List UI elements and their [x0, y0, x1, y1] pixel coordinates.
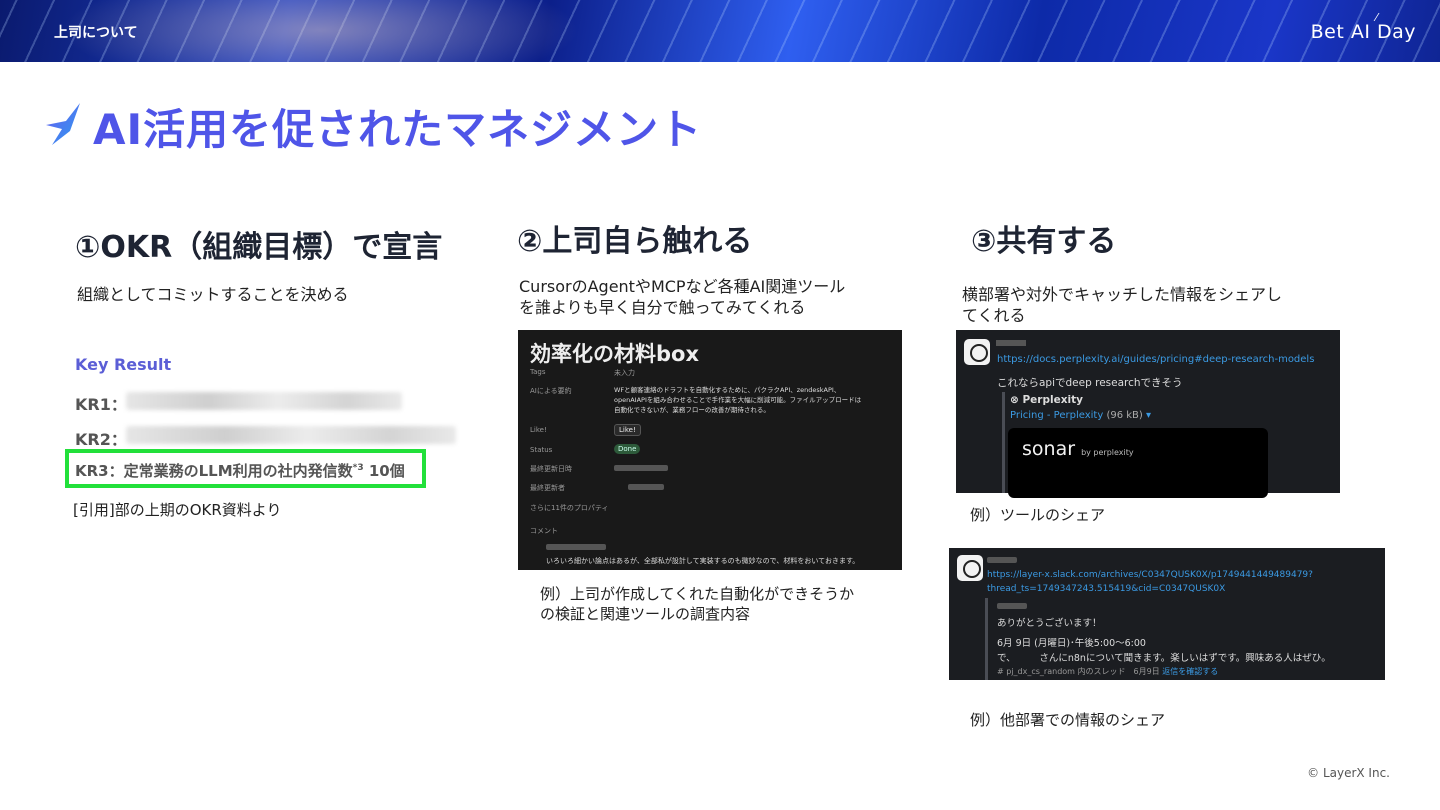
sparkle-icon: ⁄	[1375, 11, 1378, 24]
copyright: © LayerX Inc.	[1307, 766, 1390, 780]
column-3-caption-b: 例）他部署での情報のシェア	[970, 711, 1166, 729]
kr1-label: KR1：	[75, 395, 127, 414]
view-replies-link[interactable]: 返信を確認する	[1162, 667, 1218, 676]
quoted-user-redacted	[997, 603, 1027, 609]
thread-info: # pj_dx_cs_random 内のスレッド 6月9日	[997, 667, 1160, 676]
preview-logo: sonar by perplexity	[1022, 438, 1134, 460]
preview-word: sonar	[1022, 438, 1076, 460]
updater-label: 最終更新者	[530, 484, 565, 492]
column-3-desc: 横部署や対外でキャッチした情報をシェアし てくれる	[962, 284, 1282, 326]
slack-screenshot-dept: https://layer-x.slack.com/archives/C0347…	[949, 548, 1385, 680]
user-avatar	[964, 339, 990, 365]
kr2-label: KR2：	[75, 430, 127, 449]
unfurl-size: (96 kB)	[1106, 410, 1143, 421]
updated-label: 最終更新日時	[530, 465, 572, 473]
like-button: Like!	[614, 424, 641, 436]
column-2-desc-line1: CursorのAgentやMCPなど各種AI関連ツール	[519, 277, 846, 296]
column-2-caption-line1: 例）上司が作成してくれた自動化ができそうか	[540, 585, 855, 603]
shared-url[interactable]: https://docs.perplexity.ai/guides/pricin…	[997, 354, 1314, 365]
username-redacted	[996, 340, 1026, 346]
column-2-desc-line2: を誰よりも早く自分で触ってみてくれる	[519, 298, 806, 317]
unfurl-site: ⊗ Perplexity	[1010, 394, 1083, 406]
quoted-line3: で、 さんにn8nについて聞きます。楽しいはずです。興味ある人はぜひ。	[997, 653, 1331, 664]
notion-page-title: 効率化の材料box	[530, 342, 700, 366]
kr2-redacted	[126, 426, 456, 444]
tags-value: 未入力	[614, 369, 635, 377]
column-3-desc-line1: 横部署や対外でキャッチした情報をシェアし	[962, 285, 1283, 304]
summary-label: AIによる要約	[530, 387, 572, 395]
site-name: Perplexity	[1022, 394, 1083, 406]
slack-message: これならapiでdeep researchできそう	[997, 377, 1183, 389]
quote-bar	[985, 598, 988, 680]
status-badge: Done	[614, 444, 641, 454]
section-label: 上司について	[54, 25, 138, 41]
column-2-caption: 例）上司が作成してくれた自動化ができそうか の検証と関連ツールの調査内容	[540, 584, 854, 624]
quoted-line1: ありがとうございます！	[997, 618, 1102, 629]
brand-text: Bet AI Day	[1310, 21, 1416, 43]
kr1-redacted	[126, 392, 402, 410]
updater-redacted	[628, 484, 664, 490]
kr3-text: KR3：定常業務のLLM利用の社内発信数	[75, 462, 353, 480]
column-1-caption: [引用]部の上期のOKR資料より	[73, 501, 282, 519]
comment-text: いろいろ細かい論点はあるが、全部私が設計して実装するのも微妙なので、材料をおいて…	[546, 557, 860, 565]
column-3-desc-line2: てくれる	[962, 306, 1026, 325]
summary-line2: openAIAPIを組み合わせることで手作業を大幅に削減可能。ファイルアップロー…	[614, 396, 862, 404]
column-2-heading: ②上司自ら触れる	[517, 224, 753, 259]
unfurl-title[interactable]: Pricing - Perplexity (96 kB) ▾	[1010, 410, 1151, 421]
column-3-caption-a: 例）ツールのシェア	[970, 506, 1106, 524]
status-label: Status	[530, 446, 553, 454]
key-result-title: Key Result	[75, 355, 172, 374]
summary-line1: WFと顧客連絡のドラフトを自動化するために、パクラクAPI、zendeskAPI…	[614, 386, 841, 394]
comment-label: コメント	[530, 527, 558, 535]
tags-label: Tags	[530, 368, 546, 376]
page-title: AI活用を促されたマネジメント	[93, 105, 703, 154]
unfurl-page-title[interactable]: Pricing - Perplexity	[1010, 410, 1103, 421]
thread-meta: # pj_dx_cs_random 内のスレッド 6月9日 返信を確認する	[997, 666, 1218, 677]
like-label: Like!	[530, 426, 547, 434]
column-3-heading: ③共有する	[971, 224, 1117, 259]
shared-url-line1[interactable]: https://layer-x.slack.com/archives/C0347…	[987, 570, 1313, 580]
banner-glow	[60, 0, 580, 62]
quoted-line2: 6月 9日 (月曜日)･午後5:00〜6:00	[997, 638, 1146, 649]
summary-text: WFと顧客連絡のドラフトを自動化するために、パクラクAPI、zendeskAPI…	[614, 385, 894, 415]
column-1-heading: ①OKR（組織目標）で宣言	[75, 230, 443, 265]
unfurl-preview-image: sonar by perplexity	[1008, 428, 1268, 498]
commenter-redacted	[546, 544, 606, 550]
kr3-line: KR3：定常業務のLLM利用の社内発信数*3 10個	[75, 460, 405, 481]
star-icon	[46, 103, 80, 145]
summary-line3: 自動化できないが、業務フローの改善が期待される。	[614, 406, 770, 414]
shared-url-line2[interactable]: thread_ts=1749347243.515419&cid=C0347QUS…	[987, 584, 1225, 594]
column-2-desc: CursorのAgentやMCPなど各種AI関連ツール を誰よりも早く自分で触っ…	[519, 276, 845, 318]
kr3-footnote: *3	[352, 463, 364, 473]
username-redacted	[987, 557, 1017, 563]
updated-redacted	[614, 465, 668, 471]
preview-by: by perplexity	[1081, 448, 1134, 457]
kr3-value: 10個	[368, 462, 405, 480]
column-2-caption-line2: の検証と関連ツールの調査内容	[540, 605, 751, 623]
header-banner: 上司について Bet AI Day ⁄	[0, 0, 1440, 62]
user-avatar	[957, 555, 983, 581]
brand-logo: Bet AI Day ⁄	[1310, 11, 1416, 43]
unfurl-bar	[1002, 392, 1005, 493]
more-properties: さらに11件のプロパティ	[530, 504, 609, 512]
column-1-desc: 組織としてコミットすることを決める	[77, 285, 349, 304]
notion-screenshot: 効率化の材料box Tags 未入力 AIによる要約 WFと顧客連絡のドラフトを…	[518, 330, 902, 570]
